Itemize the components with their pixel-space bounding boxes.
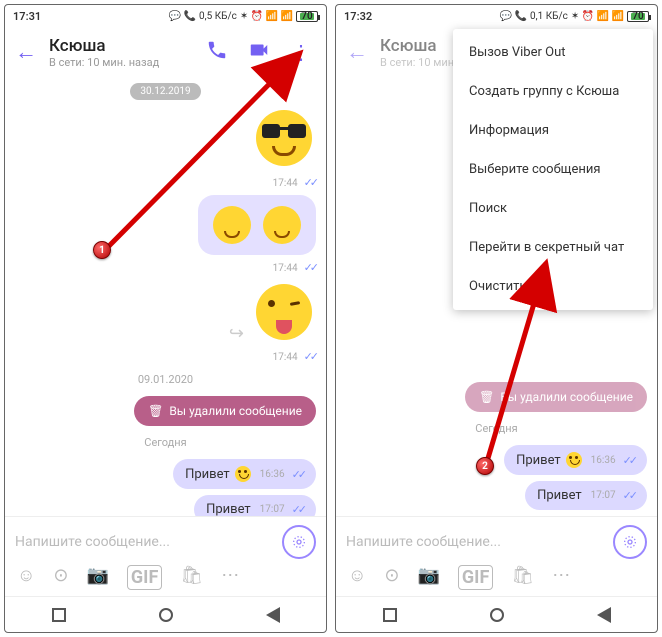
status-icons: 💬 📞 0,1 КБ/с ✶ ⏰ 📶 📶 70 — [500, 11, 649, 22]
camera-icon[interactable]: 📷 — [86, 565, 108, 590]
chat-header: ← Ксюша В сети: 10 мин. назад ⋮ — [5, 27, 326, 77]
message-bubble[interactable]: Привет 16:36✓✓ — [173, 459, 316, 489]
trash-icon: 🗑 — [148, 404, 163, 418]
attachment-row: ☺ ⊙ 📷 GIF 🛍 ⋯ — [346, 559, 647, 592]
smile-emoji — [235, 466, 251, 482]
more-options-button[interactable]: ⋮ — [286, 40, 316, 64]
shop-icon[interactable]: 🛍 — [511, 565, 534, 590]
android-nav — [5, 596, 326, 632]
chat-name: Ксюша — [49, 36, 190, 56]
last-seen: В сети: 10 мин. назад — [49, 56, 190, 69]
back-button[interactable]: ← — [15, 39, 37, 65]
message-bubble[interactable]: Привет 17:07✓✓ — [525, 481, 647, 510]
date-separator: 30.12.2019 — [130, 83, 200, 100]
menu-clear-chat[interactable]: Очистить чат — [453, 267, 653, 306]
chat-body[interactable]: 30.12.2019 17:44✓✓ 17:44✓✓ ↪ 17:44✓✓ 09.… — [5, 77, 326, 516]
date-separator: Сегодня — [475, 422, 517, 435]
message-input[interactable]: Напишите сообщение... — [346, 534, 605, 550]
emoji-icon[interactable]: ☺ — [17, 565, 35, 590]
step-marker: 1 — [93, 241, 111, 259]
voice-call-button[interactable] — [202, 39, 232, 65]
menu-secret-chat[interactable]: Перейти в секретный чат — [453, 228, 653, 267]
message-sticker[interactable]: ↪ — [15, 280, 316, 344]
voice-message-button[interactable] — [282, 525, 316, 559]
battery-icon: 70 — [627, 11, 649, 22]
smile-emoji — [566, 452, 582, 468]
gif-button[interactable]: GIF — [127, 565, 162, 590]
status-bar: 17:32 💬 📞 0,1 КБ/с ✶ ⏰ 📶 📶 70 — [336, 5, 657, 27]
shop-icon[interactable]: 🛍 — [180, 565, 203, 590]
menu-viber-out[interactable]: Вызов Viber Out — [453, 33, 653, 72]
deleted-message: 🗑 Вы удалили сообщение — [465, 382, 647, 412]
menu-create-group[interactable]: Создать группу с Ксюша — [453, 72, 653, 111]
sticker-icon[interactable]: ⊙ — [53, 565, 68, 590]
message-input[interactable]: Напишите сообщение... — [15, 534, 274, 550]
status-bar: 17:31 💬 📞 0,5 КБ/с ✶ ⏰ 📶 📶 70 — [5, 5, 326, 27]
date-separator: 09.01.2020 — [138, 373, 193, 386]
home-button[interactable] — [490, 608, 504, 622]
chat-title-block[interactable]: Ксюша В сети: 10 мин. назад — [49, 36, 190, 69]
back-nav-button[interactable] — [597, 607, 611, 623]
deleted-message: 🗑 Вы удалили сообщение — [134, 396, 316, 426]
message-sticker[interactable] — [15, 106, 316, 170]
more-attach-icon[interactable]: ⋯ — [221, 565, 239, 590]
message-bubble[interactable]: Привет 17:07✓✓ — [194, 495, 316, 516]
back-button[interactable]: ← — [346, 39, 368, 65]
menu-select-messages[interactable]: Выберите сообщения — [453, 150, 653, 189]
status-icons: 💬 📞 0,5 КБ/с ✶ ⏰ 📶 📶 70 — [169, 11, 318, 22]
back-nav-button[interactable] — [266, 607, 280, 623]
emoji-icon[interactable]: ☺ — [348, 565, 366, 590]
phone-left: 17:31 💬 📞 0,5 КБ/с ✶ ⏰ 📶 📶 70 ← Ксюша В … — [4, 4, 327, 633]
voice-message-button[interactable] — [613, 525, 647, 559]
status-time: 17:31 — [13, 10, 41, 23]
more-attach-icon[interactable]: ⋯ — [552, 565, 570, 590]
menu-info[interactable]: Информация — [453, 111, 653, 150]
camera-icon[interactable]: 📷 — [417, 565, 439, 590]
options-menu: Вызов Viber Out Создать группу с Ксюша И… — [453, 29, 653, 310]
message-bubble[interactable]: Привет 16:36✓✓ — [504, 445, 647, 475]
battery-icon: 70 — [296, 11, 318, 22]
recent-apps-button[interactable] — [52, 608, 66, 622]
video-call-button[interactable] — [244, 39, 274, 65]
composer: Напишите сообщение... ☺ ⊙ 📷 GIF 🛍 ⋯ — [336, 516, 657, 596]
trash-icon: 🗑 — [479, 390, 494, 404]
recent-apps-button[interactable] — [383, 608, 397, 622]
status-time: 17:32 — [344, 10, 372, 23]
forward-icon[interactable]: ↪ — [229, 323, 244, 344]
step-marker: 2 — [476, 457, 494, 475]
sticker-icon[interactable]: ⊙ — [384, 565, 399, 590]
composer: Напишите сообщение... ☺ ⊙ 📷 GIF 🛍 ⋯ — [5, 516, 326, 596]
menu-search[interactable]: Поиск — [453, 189, 653, 228]
gif-button[interactable]: GIF — [458, 565, 493, 590]
phone-right: 17:32 💬 📞 0,1 КБ/с ✶ ⏰ 📶 📶 70 ← Ксюша В … — [335, 4, 658, 633]
android-nav — [336, 596, 657, 632]
message-sticker[interactable] — [15, 195, 316, 255]
date-separator: Сегодня — [144, 436, 186, 449]
attachment-row: ☺ ⊙ 📷 GIF 🛍 ⋯ — [15, 559, 316, 592]
home-button[interactable] — [159, 608, 173, 622]
